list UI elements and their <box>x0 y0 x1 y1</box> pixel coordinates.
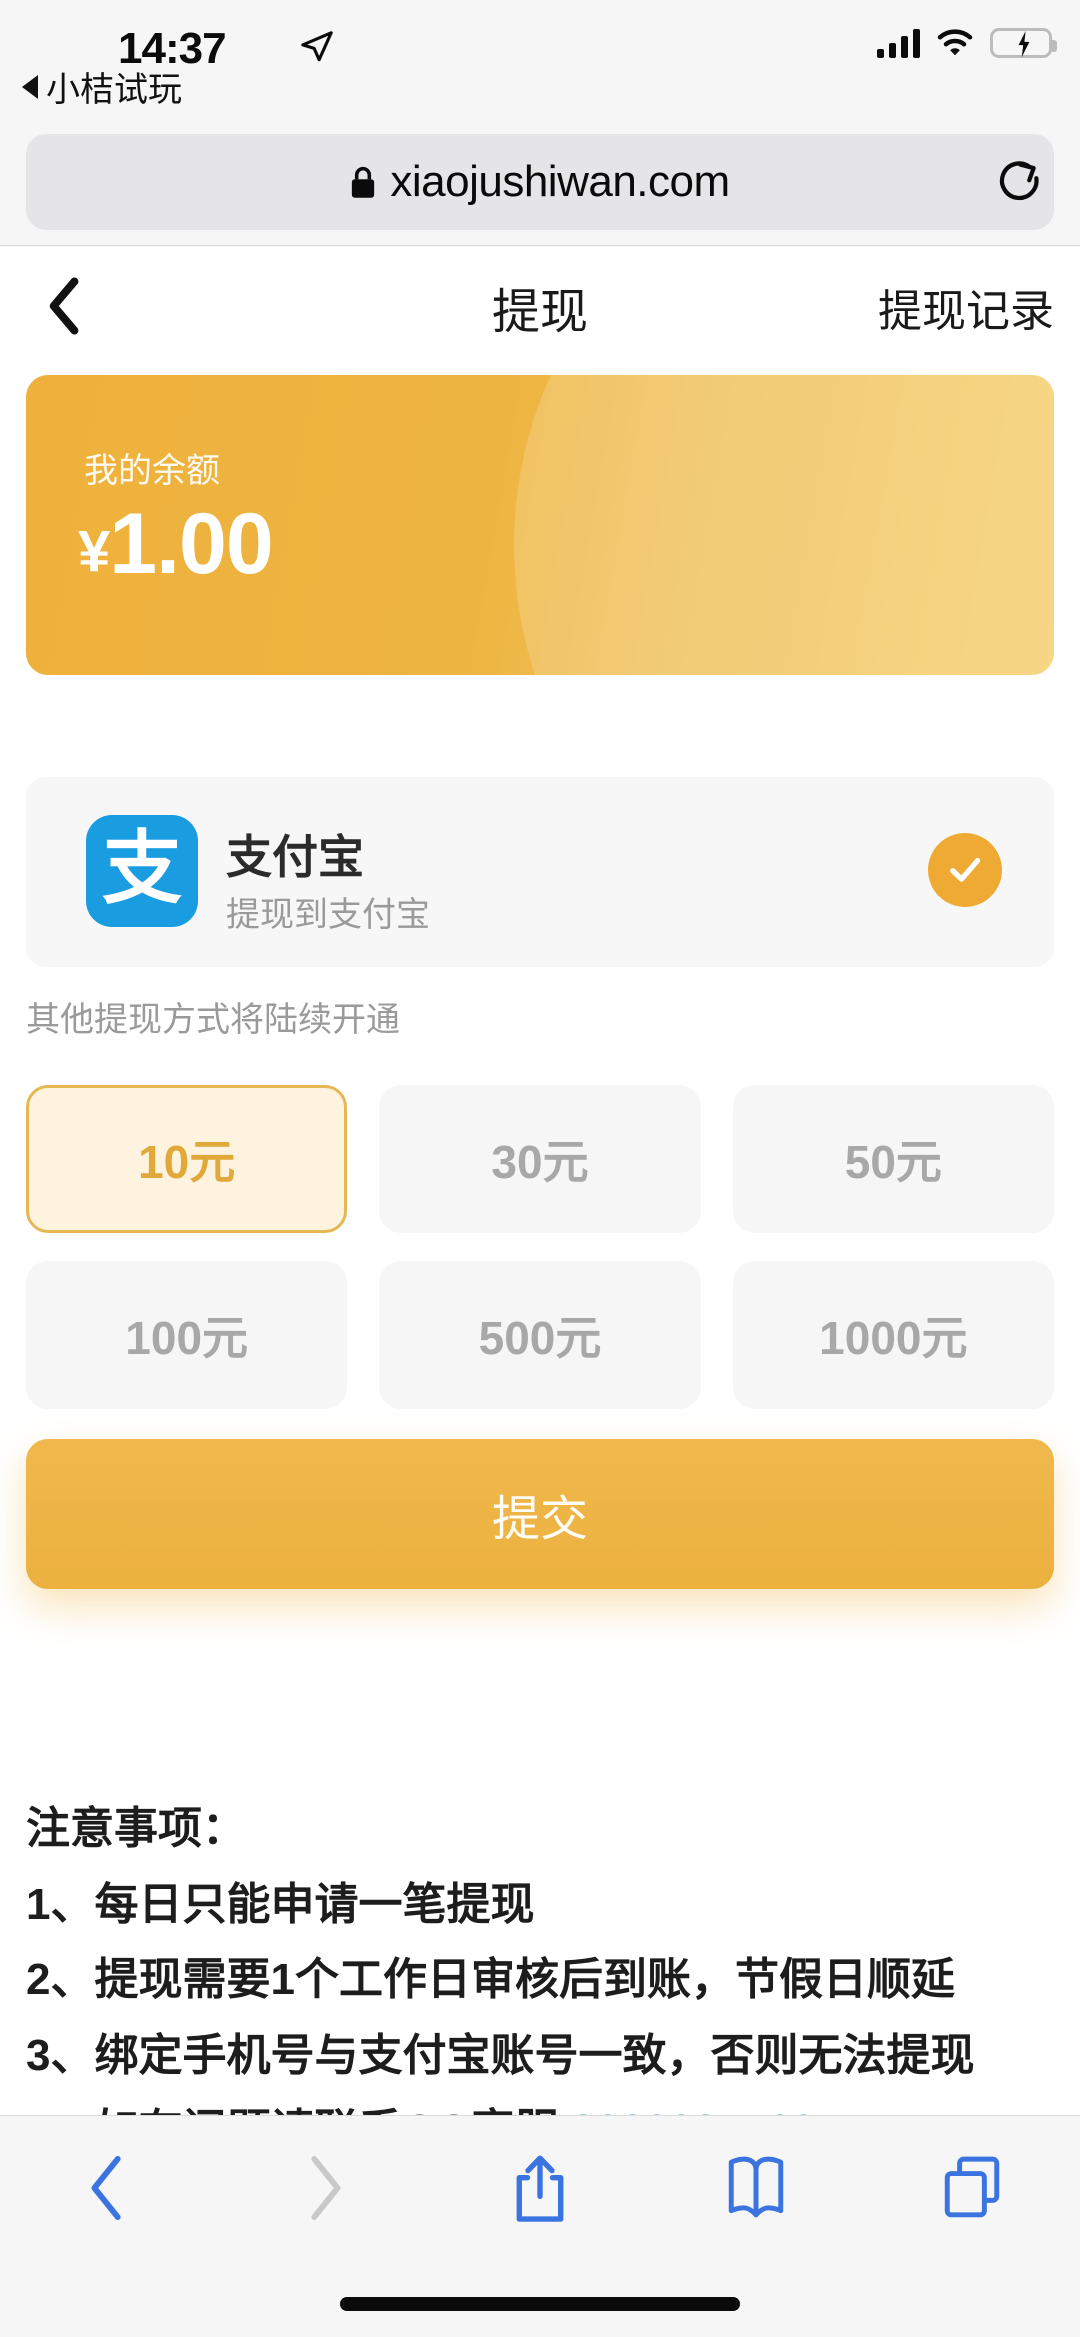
submit-button[interactable]: 提交 <box>26 1439 1054 1589</box>
page-header: 提现 提现记录 <box>0 247 1080 367</box>
check-icon <box>950 857 981 882</box>
qq-service-number[interactable]: 2320081760 <box>571 2106 816 2115</box>
withdraw-records-link[interactable]: 提现记录 <box>878 247 1054 367</box>
alipay-glyph: 支 <box>102 824 182 913</box>
balance-label: 我的余额 <box>84 452 220 490</box>
reload-icon[interactable] <box>998 158 1044 208</box>
notice-item-4-text: 4、如有问题请联系QQ客服 <box>26 2106 571 2115</box>
alipay-icon: 支 <box>86 815 198 927</box>
balance-card: 我的余额 ¥1.00 <box>26 375 1054 675</box>
browser-back-button[interactable] <box>48 2133 168 2243</box>
balance-value: 1.00 <box>109 496 273 592</box>
charging-bolt-icon <box>1018 31 1030 57</box>
notice-item-3: 3、绑定手机号与支付宝账号一致，否则无法提现 <box>26 2030 975 2080</box>
chevron-left-icon <box>91 2155 121 2221</box>
cellular-signal-icon <box>877 28 920 58</box>
lock-icon <box>352 166 375 198</box>
share-icon <box>516 2155 564 2222</box>
location-arrow-icon <box>301 31 333 62</box>
amount-option-500[interactable]: 500元 <box>379 1261 701 1409</box>
address-bar[interactable]: xiaojushiwan.com <box>26 134 1054 230</box>
payment-channel-alipay[interactable]: 支 支付宝 提现到支付宝 <box>26 777 1054 967</box>
home-indicator <box>340 2297 740 2311</box>
balance-amount: ¥1.00 <box>78 495 274 594</box>
return-to-app-label: 小桔试玩 <box>46 71 182 109</box>
status-bar-icons <box>877 28 1057 58</box>
channel-name: 支付宝 <box>226 831 364 883</box>
tabs-icon <box>944 2156 1000 2218</box>
check-circle-icon <box>928 833 1002 907</box>
address-bar-url: xiaojushiwan.com <box>390 157 730 206</box>
browser-toolbar <box>0 2115 1080 2260</box>
amount-option-1000[interactable]: 1000元 <box>732 1261 1054 1409</box>
amount-option-50[interactable]: 50元 <box>732 1085 1054 1233</box>
notice-title: 注意事项： <box>26 1804 246 1853</box>
browser-bookmarks-button[interactable] <box>696 2133 816 2243</box>
return-to-app-button[interactable]: 小桔试玩 <box>22 62 182 111</box>
battery-charging-icon <box>990 28 1057 58</box>
notice-item-2: 2、提现需要1个工作日审核后到账，节假日顺延 <box>26 1955 955 2005</box>
browser-forward-button[interactable] <box>264 2133 384 2243</box>
notice-item-1: 1、每日只能申请一笔提现 <box>26 1880 535 1929</box>
phone-screen: 14:37 小桔试玩 xiaojushiwan.com 提现 提现记录 我的余额… <box>0 0 1080 2337</box>
channel-note: 其他提现方式将陆续开通 <box>26 1001 400 1039</box>
amount-options-grid: 10元 30元 50元 100元 500元 1000元 <box>26 1085 1054 1409</box>
notice-item-4: 4、如有问题请联系QQ客服 2320081760 <box>26 2106 1062 2115</box>
page-content: 我的余额 ¥1.00 支 支付宝 提现到支付宝 其他提现方式将陆续开通 10元 … <box>0 367 1080 2115</box>
book-icon <box>728 2156 784 2218</box>
browser-tabs-button[interactable] <box>912 2133 1032 2243</box>
notice-section: 注意事项： 1、每日只能申请一笔提现 2、提现需要1个工作日审核后到账，节假日顺… <box>26 1792 1062 2115</box>
amount-option-100[interactable]: 100元 <box>26 1261 348 1409</box>
browser-address-bar-area: xiaojushiwan.com <box>0 128 1080 246</box>
card-decoration-arc <box>514 375 1054 675</box>
amount-option-10[interactable]: 10元 <box>26 1085 348 1233</box>
channel-subtitle: 提现到支付宝 <box>226 896 430 934</box>
amount-option-30[interactable]: 30元 <box>379 1085 701 1233</box>
wifi-icon <box>937 29 973 56</box>
currency-symbol: ¥ <box>78 519 110 584</box>
chevron-right-icon <box>311 2155 341 2221</box>
back-triangle-icon <box>22 74 38 99</box>
browser-share-button[interactable] <box>480 2133 600 2243</box>
